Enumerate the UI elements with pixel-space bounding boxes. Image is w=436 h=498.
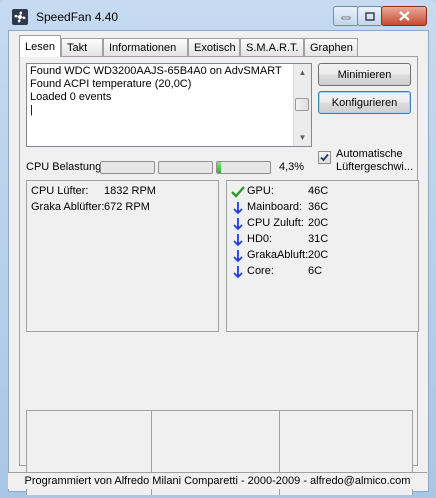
event-log[interactable]: Found WDC WD3200AAJS-65B4A0 on AdvSMART …	[26, 63, 312, 147]
temp-name: GrakaAbluft:	[247, 249, 309, 261]
cpu-usage-fill	[217, 162, 222, 173]
tab-label: Takt	[67, 42, 88, 54]
tab-label: Lesen	[25, 41, 55, 53]
minimize-icon	[341, 16, 351, 20]
tab-informationen[interactable]: Informationen	[103, 38, 188, 56]
temp-value: 20C	[308, 249, 329, 261]
arrow-down-icon	[233, 202, 243, 215]
temp-value: 31C	[308, 233, 329, 245]
fan-value: 1832 RPM	[104, 185, 156, 197]
tab-label: S.M.A.R.T.	[246, 42, 299, 54]
scroll-thumb[interactable]	[295, 98, 309, 111]
cpu-usage-bar	[100, 161, 155, 174]
temp-value: 6C	[308, 265, 323, 277]
temperatures-panel: GPU: 46C Mainboard: 36C CPU Zuluft: 20C …	[226, 180, 419, 332]
checkmark-icon	[231, 186, 245, 198]
fan-speeds-panel: CPU Lüfter: 1832 RPM Graka Ablüfter: 672…	[26, 180, 219, 332]
arrow-down-icon	[233, 234, 243, 247]
log-line: Found WDC WD3200AAJS-65B4A0 on AdvSMART	[30, 65, 282, 77]
speedfan-fan-icon	[12, 9, 28, 25]
tab-label: Graphen	[310, 42, 353, 54]
window-title: SpeedFan 4.40	[36, 10, 119, 24]
cpu-usage-percent: 4,3%	[279, 161, 305, 173]
tab-smart[interactable]: S.M.A.R.T.	[240, 38, 304, 56]
arrow-down-icon	[233, 266, 243, 279]
auto-fan-label: Automatische Lüftergeschwi...	[336, 148, 414, 173]
configure-button[interactable]: Konfigurieren	[318, 91, 411, 114]
temp-name: CPU Zuluft:	[247, 217, 304, 229]
fan-value: 672 RPM	[104, 201, 150, 213]
cpu-usage-bar	[158, 161, 213, 174]
arrow-down-icon	[233, 218, 243, 231]
fan-row: CPU Lüfter: 1832 RPM	[31, 185, 156, 197]
footer-credits: Programmiert von Alfredo Milani Comparet…	[8, 472, 427, 489]
button-label: Minimieren	[337, 68, 392, 81]
log-scrollbar[interactable]: ▲ ▼	[293, 64, 311, 146]
close-button[interactable]	[381, 6, 427, 26]
tab-exotisch[interactable]: Exotisch	[188, 38, 240, 56]
tab-lesen[interactable]: Lesen	[19, 35, 61, 57]
minimize-to-tray-button[interactable]: Minimieren	[318, 63, 411, 86]
temp-value: 46C	[308, 185, 329, 197]
window-client: Lesen Takt Informationen Exotisch S.M.A.…	[8, 30, 429, 495]
minimize-button[interactable]	[333, 6, 359, 26]
scroll-up-icon[interactable]: ▲	[294, 64, 311, 81]
temp-name: HD0:	[247, 233, 273, 245]
auto-fan-checkbox[interactable]	[318, 151, 331, 164]
maximize-button[interactable]	[357, 6, 383, 26]
button-label: Konfigurieren	[331, 96, 398, 109]
log-line: Found ACPI temperature (20,0C)	[30, 78, 192, 90]
maximize-icon	[365, 11, 375, 21]
tab-panel-lesen: Found WDC WD3200AAJS-65B4A0 on AdvSMART …	[19, 56, 419, 495]
temp-value: 36C	[308, 201, 329, 213]
log-line: Loaded 0 events	[30, 91, 112, 103]
checkmark-icon	[320, 153, 329, 162]
scroll-down-icon[interactable]: ▼	[294, 129, 311, 146]
fan-name: CPU Lüfter:	[31, 185, 89, 197]
log-cursor-line: |	[30, 104, 33, 116]
tab-label: Exotisch	[194, 42, 236, 54]
window-frame: SpeedFan 4.40 Lesen Takt Informationen E…	[0, 0, 436, 498]
tab-takt[interactable]: Takt	[61, 38, 103, 56]
tab-graphen[interactable]: Graphen	[304, 38, 358, 56]
fan-name: Graka Ablüfter:	[31, 201, 105, 213]
temp-name: Mainboard:	[247, 201, 303, 213]
title-bar[interactable]: SpeedFan 4.40	[0, 0, 436, 30]
cpu-usage-bar	[216, 161, 271, 174]
cpu-usage-label: CPU Belastung	[26, 161, 102, 173]
temp-name: GPU:	[247, 185, 274, 197]
tab-label: Informationen	[109, 42, 177, 54]
temp-name: Core:	[247, 265, 274, 277]
close-icon	[398, 11, 410, 21]
temp-value: 20C	[308, 217, 329, 229]
fan-row: Graka Ablüfter: 672 RPM	[31, 201, 150, 213]
arrow-down-icon	[233, 250, 243, 263]
